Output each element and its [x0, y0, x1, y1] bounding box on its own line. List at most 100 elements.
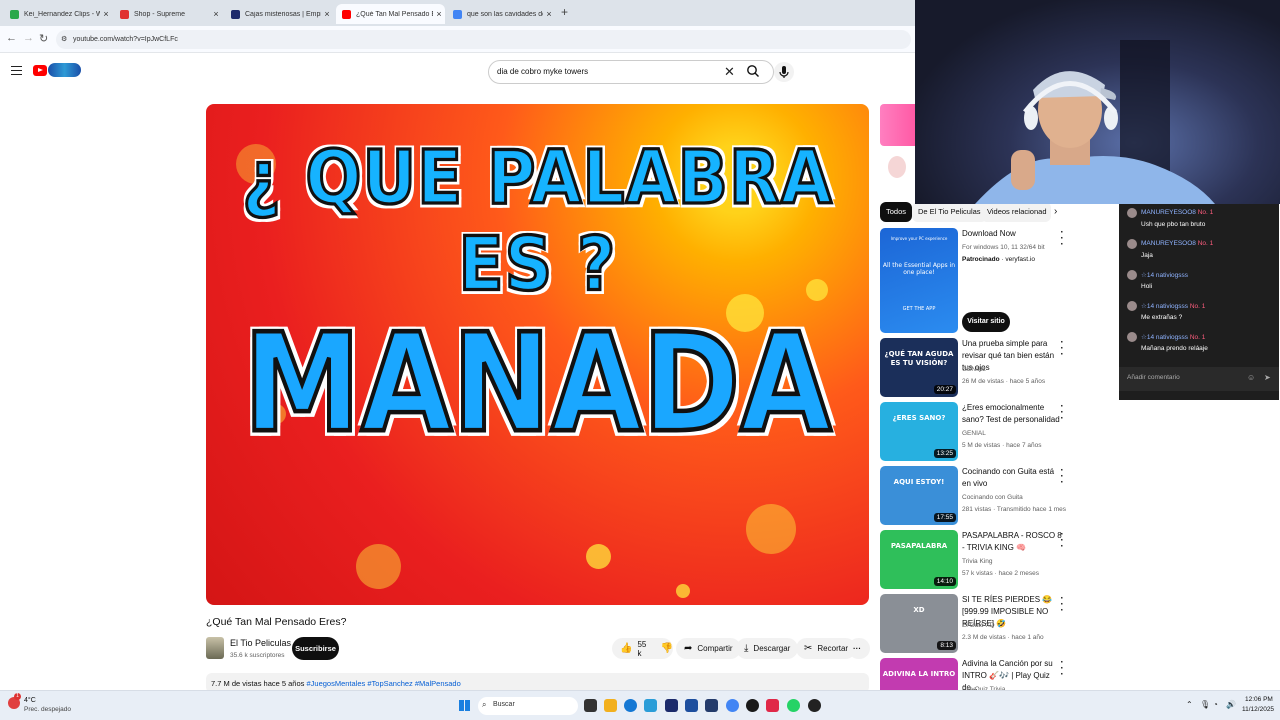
video-menu-icon[interactable]: · · ·	[1060, 402, 1064, 424]
reload-icon[interactable]: ↻	[39, 32, 48, 45]
app-icon[interactable]	[644, 699, 657, 712]
chat-username[interactable]: MANUREYESOO8	[1141, 209, 1196, 216]
related-video-title[interactable]: PASAPALABRA - ROSCO 8 - TRIVIA KING 🧠	[962, 530, 1062, 554]
chat-avatar[interactable]	[1127, 239, 1137, 249]
youtube-doodle-logo[interactable]	[48, 63, 81, 77]
tab-title: ¿Qué Tan Mal Pensado Eres	[356, 10, 433, 18]
clear-search-icon[interactable]: ✕	[724, 64, 735, 80]
related-video-card[interactable]: ¿QUÉ TAN AGUDA ES TU VISIÓN? 20:27 Una pru…	[880, 338, 1070, 398]
related-video-channel[interactable]: El Gato XD	[962, 622, 995, 629]
hamburger-menu-icon[interactable]	[11, 66, 22, 75]
share-button[interactable]: ➦ Compartir	[676, 638, 741, 659]
browser-tab-2[interactable]: Shop - Supreme ×	[114, 4, 222, 24]
edge-icon[interactable]	[624, 699, 637, 712]
visit-site-button[interactable]: Visitar sitio	[962, 312, 1010, 332]
related-video-card[interactable]: PASAPALABRA 14:10 PASAPALABRA - ROSCO 8 - …	[880, 530, 1070, 590]
ad-menu-icon[interactable]: · · ·	[1060, 228, 1064, 250]
channel-avatar[interactable]	[206, 637, 224, 659]
related-video-thumbnail[interactable]: XD 8:13	[880, 594, 958, 653]
video-menu-icon[interactable]: · · ·	[1060, 658, 1064, 680]
chips-next-icon[interactable]: ›	[1054, 206, 1057, 217]
related-video-title[interactable]: Cocinando con Guita está en vivo	[962, 466, 1062, 490]
chat-username[interactable]: nativiogsss	[1156, 303, 1188, 310]
video-menu-icon[interactable]: · · ·	[1060, 594, 1064, 616]
chat-username[interactable]: MANUREYESOO8	[1141, 240, 1196, 247]
chrome-icon[interactable]	[726, 699, 739, 712]
wifi-icon[interactable]: ◔	[1213, 700, 1218, 709]
word-icon[interactable]	[685, 699, 698, 712]
browser-tab-4[interactable]: ¿Qué Tan Mal Pensado Eres ×	[336, 4, 445, 24]
close-tab-icon[interactable]: ×	[543, 9, 555, 19]
media-icon[interactable]	[808, 699, 821, 712]
search-icon[interactable]	[746, 64, 760, 78]
more-actions-button[interactable]: ···	[848, 638, 870, 659]
related-video-channel[interactable]: GENIAL	[962, 430, 986, 437]
subscribe-button[interactable]: Suscribirse	[292, 637, 339, 660]
browser-tab-3[interactable]: Cajas misteriosas | EmpireDrop ×	[225, 4, 333, 24]
volume-icon[interactable]: 🔊	[1226, 700, 1236, 709]
video-player[interactable]: ¿ QUE PALABRA ES ? MANADA	[206, 104, 869, 605]
related-video-channel[interactable]: Cocinando con Guita	[962, 494, 1023, 501]
related-video-channel[interactable]: Trivia King	[962, 558, 992, 565]
forward-icon[interactable]: →	[23, 32, 34, 44]
video-menu-icon[interactable]: · · ·	[1060, 338, 1064, 360]
related-video-title[interactable]: ¿Eres emocionalmente sano? Test de perso…	[962, 402, 1062, 426]
tiktok-icon[interactable]	[766, 699, 779, 712]
chat-username[interactable]: nativiogsss	[1156, 272, 1188, 279]
new-tab-button[interactable]: +	[561, 5, 568, 19]
browser-tab-1[interactable]: Kei_Hernandez Clips - Watch L ×	[4, 4, 112, 24]
channel-name[interactable]: El Tio Peliculas	[230, 638, 291, 648]
mic-tray-icon[interactable]: 🎙	[1200, 700, 1210, 709]
chat-avatar[interactable]	[1127, 301, 1137, 311]
close-tab-icon[interactable]: ×	[100, 9, 112, 19]
related-video-channel[interactable]: GENIAL	[962, 366, 986, 373]
microphone-icon[interactable]	[774, 62, 794, 82]
whatsapp-icon[interactable]	[787, 699, 800, 712]
download-button[interactable]: ⤓ Descargar	[736, 638, 799, 659]
ad-card[interactable]: Improve your PC experience All the Essen…	[880, 228, 1070, 334]
like-button[interactable]: 👍 55 k 👎	[612, 638, 673, 659]
hashtags[interactable]: #JuegosMentales #TopSanchez #MalPensado	[306, 679, 460, 688]
related-video-card[interactable]: AQUI ESTOY! 17:55 Cocinando con Guita está…	[880, 466, 1070, 526]
sponsor-avatar[interactable]	[888, 156, 906, 178]
video-menu-icon[interactable]: · · ·	[1060, 466, 1064, 488]
chat-avatar[interactable]	[1127, 332, 1137, 342]
related-video-card[interactable]: XD 8:13 SI TE RÍES PIERDES 😂 [999.99 IMPOS…	[880, 594, 1070, 654]
related-video-thumbnail[interactable]: ¿ERES SANO? 13:25	[880, 402, 958, 461]
chat-username[interactable]: nativiogsss	[1156, 334, 1188, 341]
tray-chevron-icon[interactable]: ⌃	[1186, 700, 1193, 709]
chip-channel[interactable]: De El Tio Peliculas	[912, 202, 987, 222]
chat-input[interactable]: Añadir comentario ☺ ➤	[1119, 367, 1279, 391]
back-icon[interactable]: ←	[6, 32, 17, 44]
close-tab-icon[interactable]: ×	[210, 9, 222, 19]
ad-thumbnail[interactable]: Improve your PC experience All the Essen…	[880, 228, 958, 333]
taskbar-search[interactable]: ⌕ Buscar	[478, 697, 578, 715]
task-view-icon[interactable]	[584, 699, 597, 712]
editor-icon[interactable]	[705, 699, 718, 712]
windows-start-icon[interactable]	[459, 700, 470, 711]
url-field[interactable]: ⚙ youtube.com/watch?v=IpJwCfLFc	[56, 30, 911, 49]
close-tab-icon[interactable]: ×	[321, 9, 333, 19]
send-icon[interactable]: ➤	[1264, 373, 1271, 382]
github-icon[interactable]	[746, 699, 759, 712]
chat-avatar[interactable]	[1127, 270, 1137, 280]
file-explorer-icon[interactable]	[604, 699, 617, 712]
related-video-card[interactable]: ¿ERES SANO? 13:25 ¿Eres emocionalmente san…	[880, 402, 1070, 462]
clock-time[interactable]: 12:06 PM	[1245, 696, 1273, 703]
related-video-thumbnail[interactable]: AQUI ESTOY! 17:55	[880, 466, 958, 525]
sponsored-banner[interactable]	[880, 104, 915, 146]
chip-related[interactable]: Videos relacionad	[981, 202, 1051, 222]
youtube-logo-icon[interactable]	[33, 65, 47, 76]
browser-tab-5[interactable]: que son las cavidades del cora ×	[447, 4, 555, 24]
emoji-icon[interactable]: ☺	[1247, 373, 1255, 382]
clock-date[interactable]: 11/12/2025	[1242, 706, 1274, 713]
related-video-thumbnail[interactable]: ¿QUÉ TAN AGUDA ES TU VISIÓN? 20:27	[880, 338, 958, 397]
dislike-icon[interactable]: 👎	[661, 643, 673, 654]
chat-avatar[interactable]	[1127, 208, 1137, 218]
close-tab-icon[interactable]: ×	[433, 9, 445, 19]
site-info-icon[interactable]: ⚙	[61, 30, 67, 49]
video-menu-icon[interactable]: · · ·	[1060, 530, 1064, 552]
app-l-icon[interactable]	[665, 699, 678, 712]
chip-all[interactable]: Todos	[880, 202, 913, 222]
related-video-thumbnail[interactable]: PASAPALABRA 14:10	[880, 530, 958, 589]
